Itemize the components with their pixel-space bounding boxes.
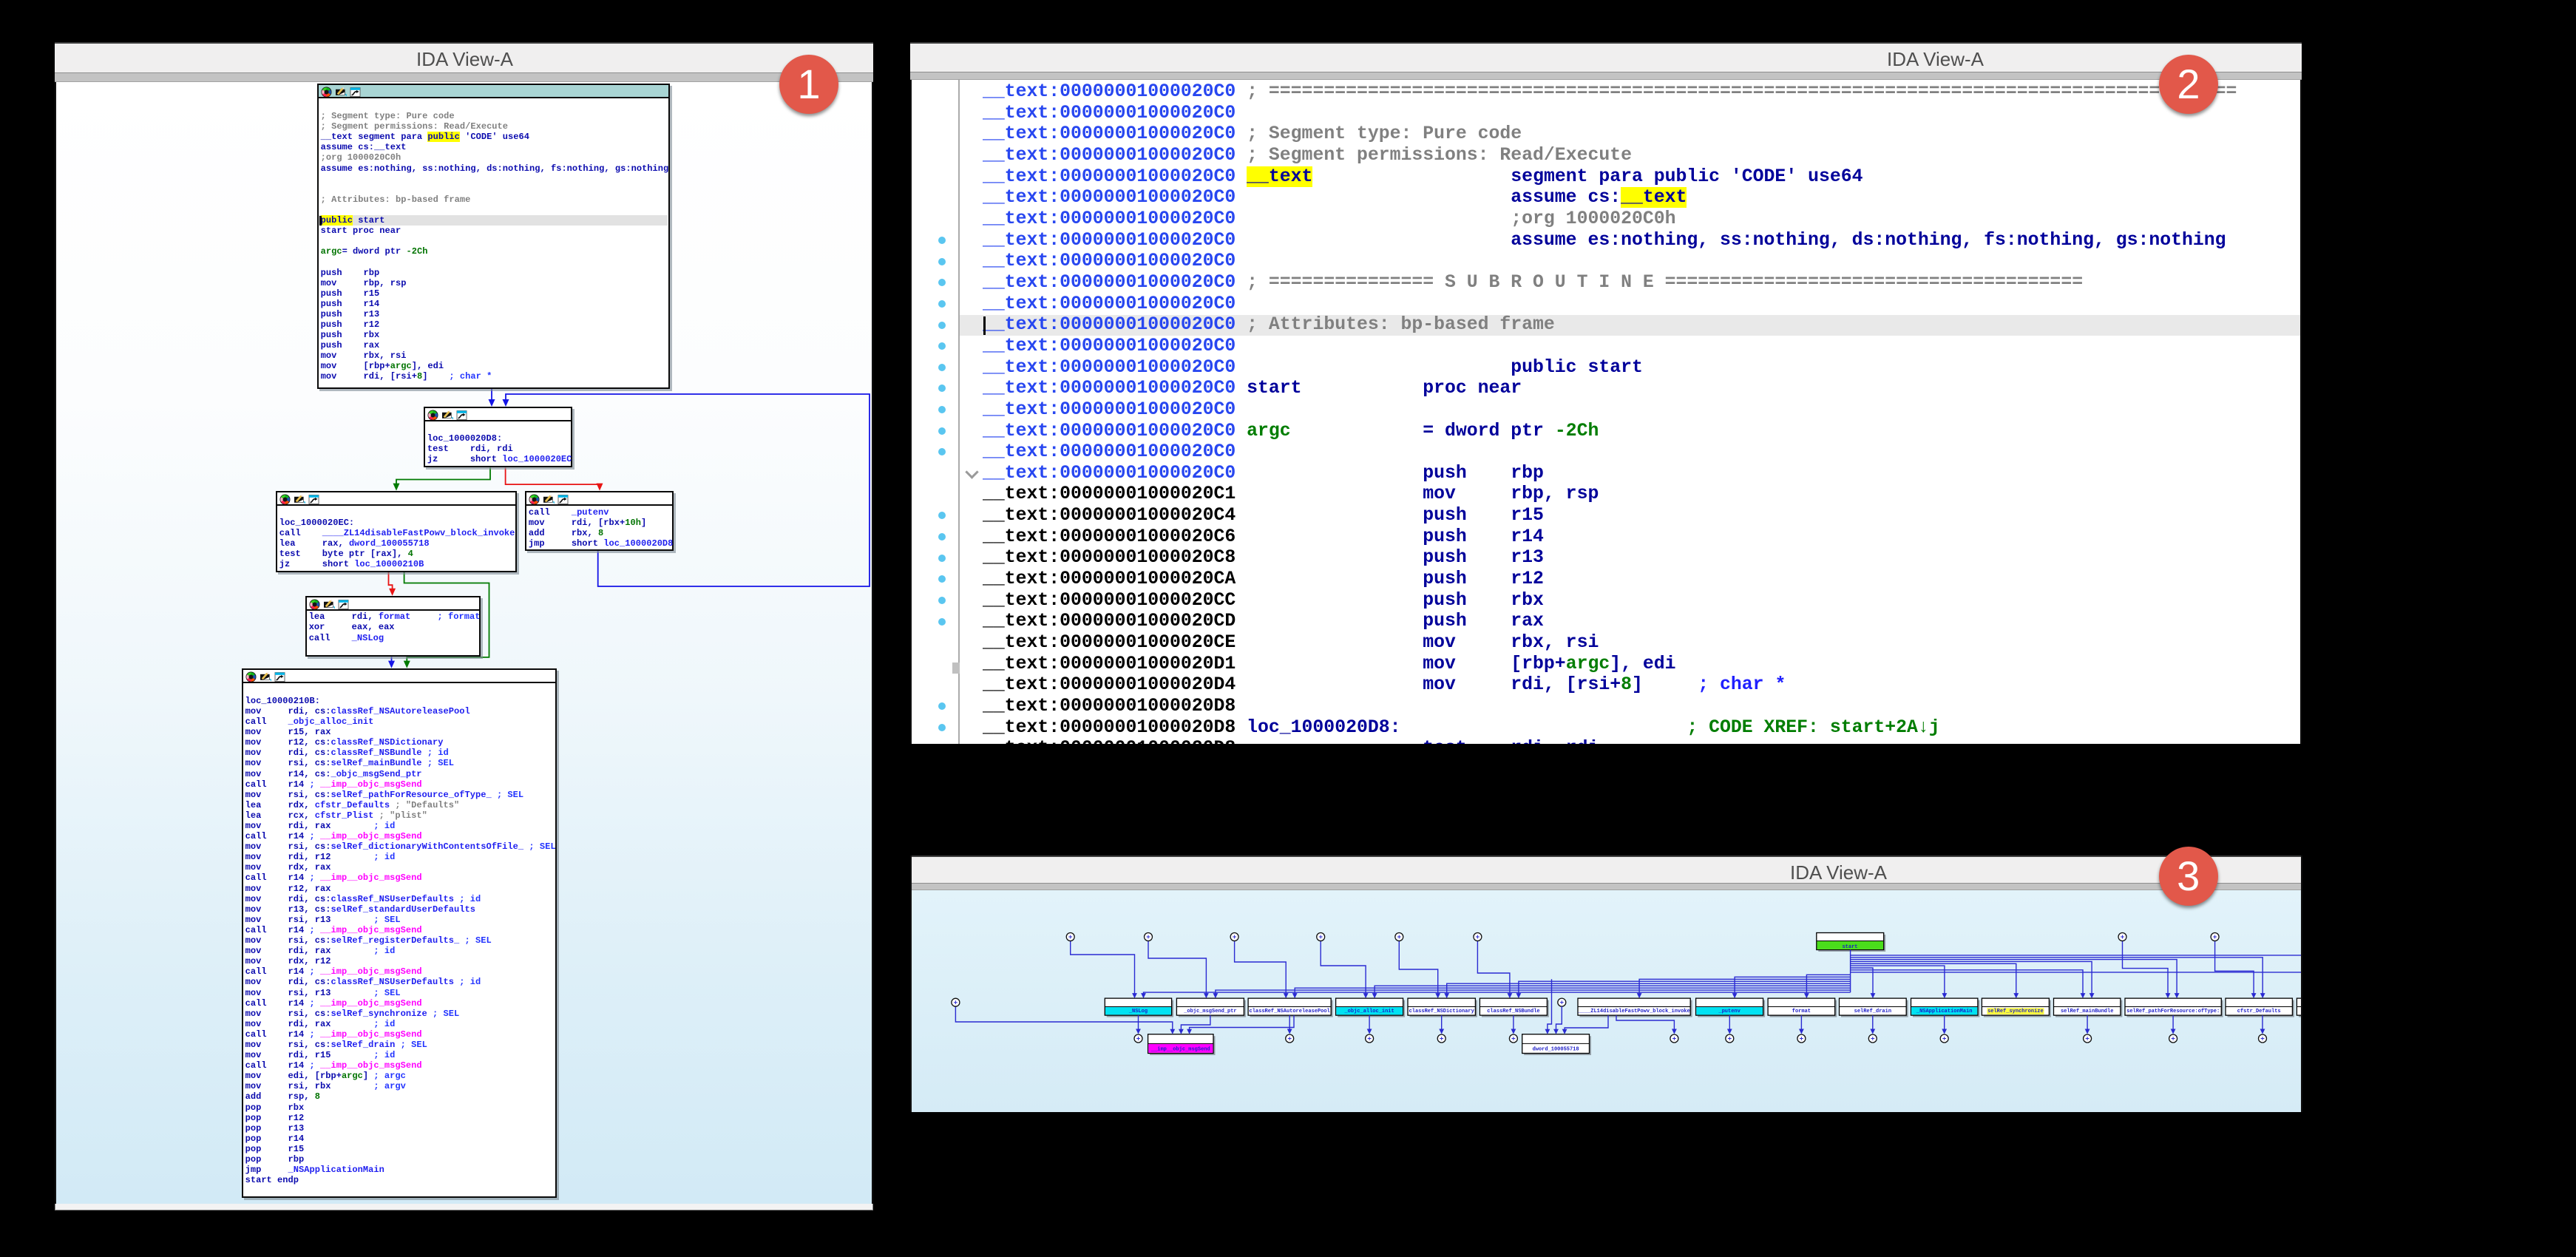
svg-text:start: start xyxy=(1842,944,1857,950)
svg-text:____ZL14disableFastPowv_block_: ____ZL14disableFastPowv_block_invoke xyxy=(1577,1009,1689,1014)
svg-text:classRef_NSAutoreleasePool: classRef_NSAutoreleasePool xyxy=(1250,1009,1330,1014)
svg-text:_putenv: _putenv xyxy=(1718,1009,1741,1014)
svg-text:_NSApplicationMain: _NSApplicationMain xyxy=(1916,1009,1973,1014)
svg-text:selRef_mainBundle: selRef_mainBundle xyxy=(2061,1009,2113,1014)
svg-text:format: format xyxy=(1792,1009,1811,1014)
svg-text:classRef_NSDictionary: classRef_NSDictionary xyxy=(1409,1009,1475,1014)
svg-text:_objc_msgSend_ptr: _objc_msgSend_ptr xyxy=(1183,1009,1236,1014)
svg-text:selRef_pathForResource:ofType:: selRef_pathForResource:ofType: xyxy=(2126,1009,2220,1014)
svg-text:_objc_alloc_init: _objc_alloc_init xyxy=(1343,1009,1394,1014)
svg-text:dword_100055718: dword_100055718 xyxy=(1533,1046,1579,1052)
svg-text:cfstr_Defaults: cfstr_Defaults xyxy=(2237,1009,2281,1014)
svg-text:classRef_NSBundle: classRef_NSBundle xyxy=(1487,1009,1539,1014)
svg-text:__imp__objc_msgSend: __imp__objc_msgSend xyxy=(1150,1046,1210,1052)
svg-text:selRef_drain: selRef_drain xyxy=(1854,1009,1891,1014)
svg-text:selRef_synchronize: selRef_synchronize xyxy=(1987,1009,2044,1014)
svg-text:_NSLog: _NSLog xyxy=(1128,1009,1148,1014)
